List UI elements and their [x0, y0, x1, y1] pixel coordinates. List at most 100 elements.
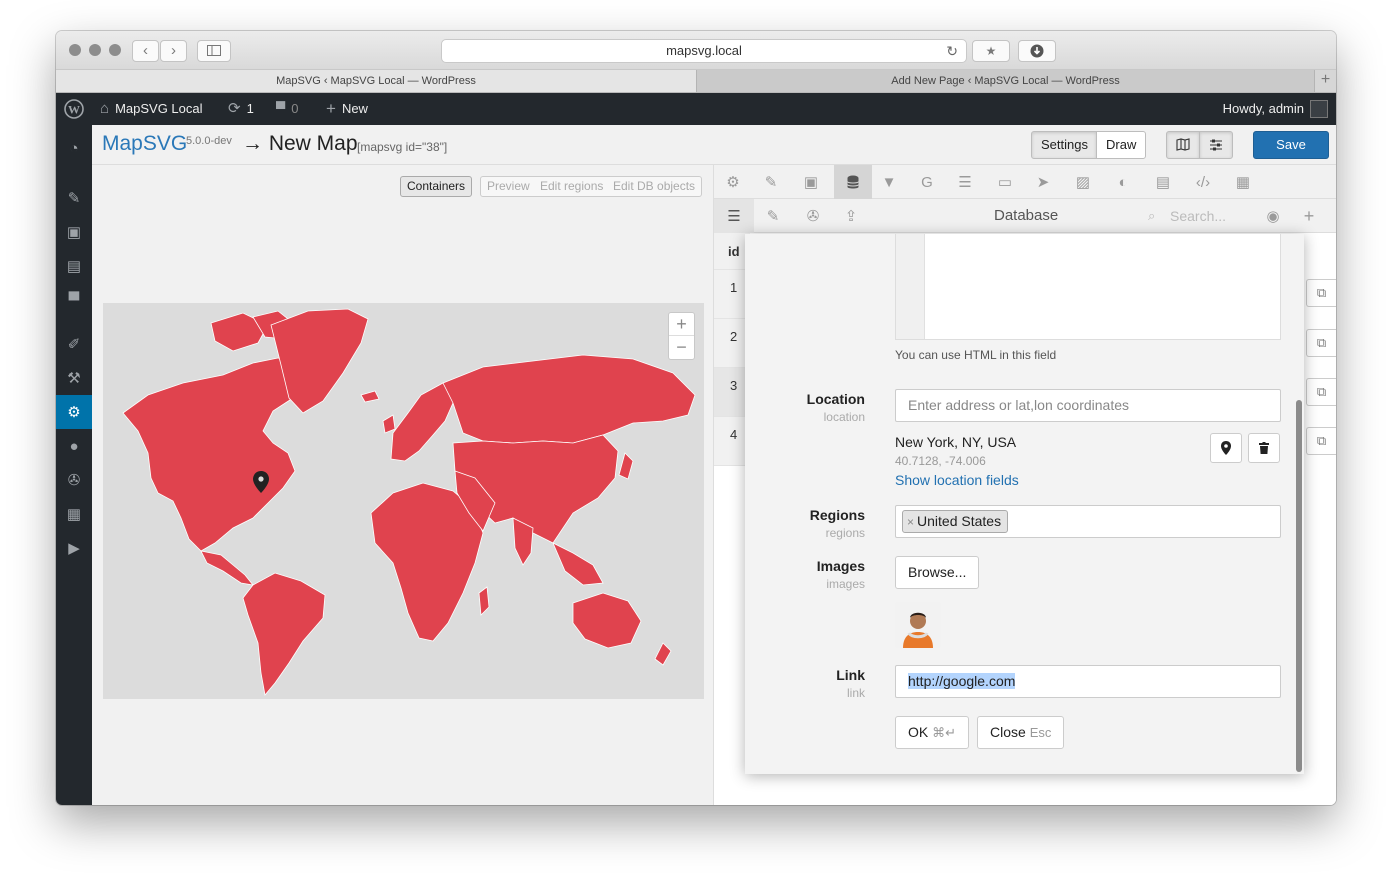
dashboard-icon[interactable]: ◔	[56, 131, 92, 165]
svg-text:W: W	[68, 103, 80, 117]
media-icon[interactable]: ▣	[56, 215, 92, 249]
html-textarea[interactable]	[895, 234, 1281, 340]
ok-shortcut: ⌘↵	[932, 725, 957, 740]
tools-icon[interactable]: ✇	[56, 463, 92, 497]
location-label: Location	[806, 391, 865, 407]
brush-icon[interactable]: ✎	[752, 165, 790, 199]
search-input[interactable]: Search...	[1170, 199, 1226, 233]
back-button[interactable]: ‹	[132, 40, 159, 62]
css-icon[interactable]: ▦	[1224, 165, 1262, 199]
sliders-button[interactable]	[1199, 131, 1233, 159]
comments-icon[interactable]: ▀	[56, 283, 92, 317]
region-new-zealand	[654, 642, 672, 666]
frame-icon[interactable]: ▣	[792, 165, 830, 199]
pages-icon[interactable]: ▤	[56, 249, 92, 283]
map-view-button[interactable]	[1166, 131, 1200, 159]
browser-tab[interactable]: Add New Page ‹ MapSVG Local — WordPress	[696, 70, 1314, 92]
browse-button[interactable]: Browse...	[895, 556, 980, 589]
remove-tag-icon[interactable]: ×	[907, 515, 914, 529]
edit-regions-label: Edit regions	[540, 179, 604, 193]
html-hint: You can use HTML in this field	[895, 348, 1057, 362]
sidebar-icon	[207, 45, 221, 56]
save-button[interactable]: Save ⌘S	[1253, 131, 1329, 178]
wordpress-logo[interactable]: W	[64, 93, 84, 125]
forward-button[interactable]: ›	[160, 40, 187, 62]
edit-db-label: Edit DB objects	[613, 179, 696, 193]
edit-icon[interactable]: ✎	[754, 199, 792, 233]
locate-button[interactable]	[1210, 433, 1242, 463]
close-button[interactable]: Close Esc	[977, 716, 1065, 749]
address-bar[interactable]: mapsvg.local ↻	[441, 39, 967, 63]
eye-icon[interactable]: ◉	[1254, 199, 1292, 233]
image-thumbnail[interactable]	[895, 602, 941, 648]
form-scrollbar[interactable]	[1296, 400, 1302, 772]
copy-row-button[interactable]: ⧉	[1306, 378, 1336, 406]
code-icon[interactable]: ‹/›	[1184, 165, 1222, 199]
play-icon[interactable]: ▶	[56, 531, 92, 565]
database-icon[interactable]	[834, 165, 872, 199]
bookmark-button[interactable]: ★	[972, 40, 1010, 62]
file-icon[interactable]: ▤	[1144, 165, 1182, 199]
show-location-fields-link[interactable]: Show location fields	[895, 472, 1019, 488]
comments-link[interactable]: ▀ 0	[276, 93, 298, 125]
settings-icon[interactable]: ▦	[56, 497, 92, 531]
wrench-icon[interactable]: ✇	[794, 199, 832, 233]
delete-location-button[interactable]	[1248, 433, 1280, 463]
minimize-window-button[interactable]	[89, 44, 101, 56]
gear-icon[interactable]: ⚙	[714, 165, 752, 199]
updates-link[interactable]: ⟳ 1	[228, 93, 254, 125]
region-tag[interactable]: × United States	[902, 510, 1009, 533]
tab-title: MapSVG ‹ MapSVG Local — WordPress	[276, 75, 476, 87]
image-icon[interactable]: ▨	[1064, 165, 1102, 199]
add-icon[interactable]: +	[1290, 199, 1328, 233]
location-input[interactable]: Enter address or lat,lon coordinates	[895, 389, 1281, 422]
toggle-icon[interactable]: ◐	[1104, 165, 1142, 199]
new-tab-button[interactable]: +	[1314, 70, 1336, 92]
ok-label: OK	[908, 724, 929, 740]
zoom-in-button[interactable]: +	[669, 313, 694, 336]
settings-tab-button[interactable]: Settings	[1031, 131, 1097, 159]
browser-tab[interactable]: MapSVG ‹ MapSVG Local — WordPress	[56, 70, 696, 92]
edit-db-mode-button[interactable]: Edit DB objects	[607, 176, 703, 197]
plugins-icon[interactable]: ⚒	[56, 361, 92, 395]
updates-icon: ⟳	[228, 100, 241, 117]
posts-icon[interactable]: ✎	[56, 181, 92, 215]
world-map[interactable]: + −	[103, 303, 704, 699]
edit-regions-mode-button[interactable]: Edit regions	[534, 176, 611, 197]
draw-label: Draw	[1106, 137, 1137, 152]
star-icon: ★	[985, 44, 997, 58]
account-menu[interactable]: Howdy, admin	[1223, 93, 1328, 125]
sidebar-toggle-button[interactable]	[197, 40, 231, 62]
link-input[interactable]: http://google.com	[895, 665, 1281, 698]
close-window-button[interactable]	[69, 44, 81, 56]
card-icon[interactable]: ▭	[986, 165, 1024, 199]
list-view-icon[interactable]: ☰	[714, 199, 754, 233]
mapsvg-settings-icon[interactable]: ⚙	[56, 395, 92, 429]
new-content-link[interactable]: + New	[326, 93, 368, 125]
pointer-icon[interactable]: ➤	[1024, 165, 1062, 199]
updates-count: 1	[246, 101, 254, 116]
upload-icon[interactable]: ⇪	[832, 199, 870, 233]
regions-select[interactable]: × United States	[895, 505, 1281, 538]
reload-icon[interactable]: ↻	[946, 40, 958, 62]
browser-titlebar: ‹ › mapsvg.local ↻ ★	[56, 31, 1336, 70]
draw-tab-button[interactable]: Draw	[1096, 131, 1146, 159]
appearance-icon[interactable]: ✐	[56, 327, 92, 361]
preview-mode-button[interactable]: Preview	[480, 176, 537, 197]
google-icon[interactable]: G	[908, 165, 946, 199]
list-icon[interactable]: ☰	[946, 165, 984, 199]
browser-window: ‹ › mapsvg.local ↻ ★ MapSVG ‹ MapSVG Loc…	[56, 31, 1336, 805]
copy-row-button[interactable]: ⧉	[1306, 279, 1336, 307]
site-name-link[interactable]: ⌂ MapSVG Local	[100, 93, 203, 125]
map-icon	[1176, 138, 1190, 151]
users-icon[interactable]: ●	[56, 429, 92, 463]
ok-button[interactable]: OK ⌘↵	[895, 716, 970, 749]
copy-row-button[interactable]: ⧉	[1306, 427, 1336, 455]
containers-mode-button[interactable]: Containers	[400, 176, 473, 197]
zoom-window-button[interactable]	[109, 44, 121, 56]
filter-icon[interactable]: ▼	[870, 165, 908, 199]
zoom-out-button[interactable]: −	[669, 336, 694, 359]
copy-row-button[interactable]: ⧉	[1306, 329, 1336, 357]
version-label: 5.0.0-dev	[186, 135, 232, 147]
downloads-button[interactable]	[1018, 40, 1056, 62]
